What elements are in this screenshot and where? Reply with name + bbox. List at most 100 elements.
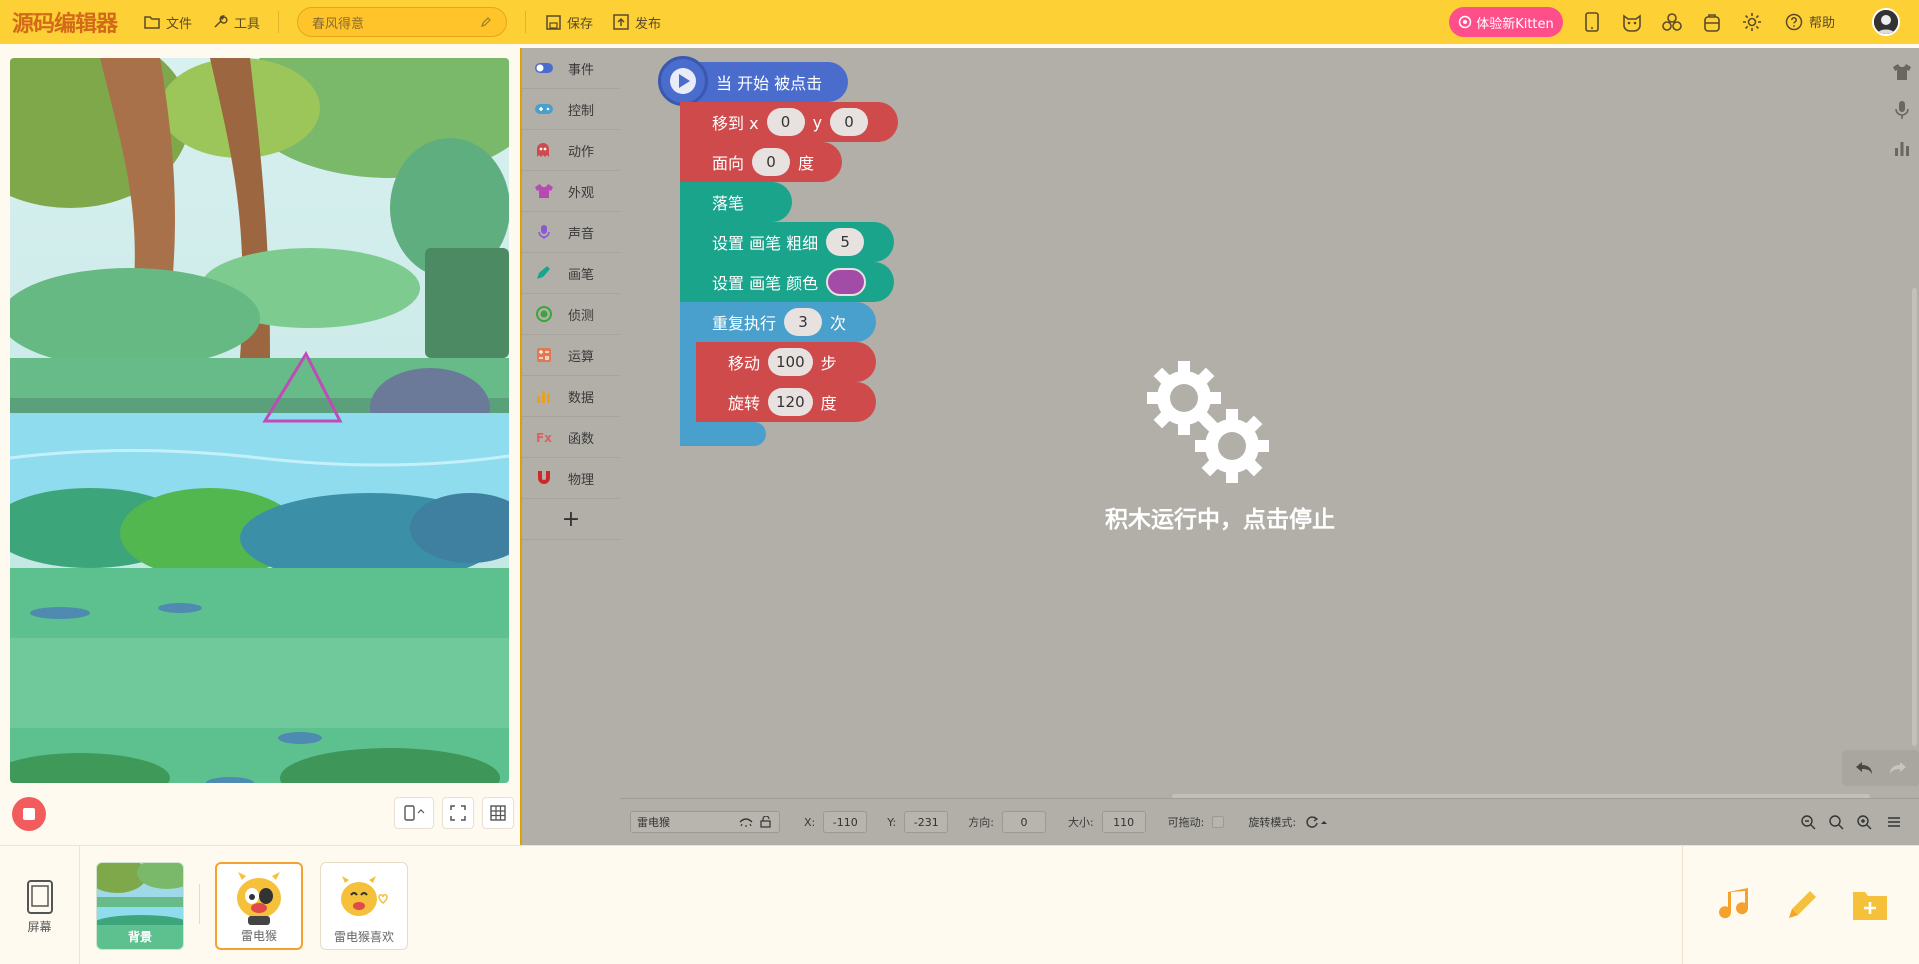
phone-rotate-icon xyxy=(404,805,425,821)
block-label: y xyxy=(812,112,823,132)
size-field[interactable]: 110 xyxy=(1101,811,1146,833)
running-overlay[interactable]: 积木运行中，点击停止 xyxy=(1090,358,1350,538)
direction-input[interactable]: 0 xyxy=(752,148,791,176)
redo-icon[interactable] xyxy=(1888,759,1908,777)
rotate-block[interactable]: 旋转 120 度 xyxy=(696,382,876,422)
pen-color-swatch[interactable] xyxy=(826,268,867,296)
costume-shirt-icon[interactable] xyxy=(1892,62,1912,82)
sprite-card-thunder-monkey[interactable]: 雷电猴 xyxy=(215,862,303,950)
block-label: 设置 画笔 粗细 xyxy=(712,234,819,253)
zoom-out-icon[interactable] xyxy=(1800,814,1816,830)
size-label: 大小: xyxy=(1067,816,1094,829)
settings-gear-icon[interactable] xyxy=(1741,11,1763,33)
category-label: 物理 xyxy=(568,472,595,488)
stage-background-scene xyxy=(10,58,509,783)
pen-width-input[interactable]: 5 xyxy=(826,228,865,256)
divider xyxy=(278,11,280,33)
sprite-name-field[interactable]: 雷电猴 xyxy=(630,811,780,833)
music-note-icon[interactable] xyxy=(1717,886,1755,924)
tablet-icon[interactable] xyxy=(1581,11,1603,33)
expand-icon xyxy=(450,805,466,821)
save-button[interactable]: 保存 xyxy=(546,13,593,32)
screen-device-icon xyxy=(26,880,53,914)
draggable-checkbox[interactable] xyxy=(1212,816,1225,828)
y-input[interactable]: 0 xyxy=(830,108,869,136)
app-logo[interactable]: 源码编辑器 xyxy=(12,6,124,38)
face-direction-block[interactable]: 面向 0 度 xyxy=(680,142,842,182)
category-events[interactable]: 事件 xyxy=(522,48,620,89)
move-to-xy-block[interactable]: 移到 x 0 y 0 xyxy=(680,102,898,142)
eye-icon[interactable] xyxy=(739,817,753,827)
stats-bar-icon[interactable] xyxy=(1892,138,1912,158)
stage-canvas[interactable] xyxy=(10,58,509,783)
sprite-card-label: 雷电猴喜欢 xyxy=(333,930,394,944)
stop-button[interactable] xyxy=(12,797,46,831)
block-unit: 度 xyxy=(798,154,815,173)
category-sensing[interactable]: 侦测 xyxy=(522,294,620,335)
x-field[interactable]: -110 xyxy=(823,811,868,833)
publish-button[interactable]: 发布 xyxy=(613,13,661,32)
x-input[interactable]: 0 xyxy=(766,108,805,136)
device-select-button[interactable] xyxy=(394,797,434,829)
tools-menu[interactable]: 工具 xyxy=(212,13,260,32)
move-steps-block[interactable]: 移动 100 步 xyxy=(696,342,876,382)
zoom-in-icon[interactable] xyxy=(1856,814,1872,830)
block-label: 设置 画笔 颜色 xyxy=(712,274,819,293)
block-label: 当 开始 被点击 xyxy=(716,74,823,93)
cat-face-icon[interactable] xyxy=(1621,11,1643,33)
wrench-icon xyxy=(214,15,228,28)
category-pen[interactable]: 画笔 xyxy=(522,253,620,294)
add-extension-button[interactable]: + xyxy=(522,499,620,540)
extensions-icon[interactable] xyxy=(1661,11,1683,33)
direction-label: 方向: xyxy=(968,816,994,829)
category-sound[interactable]: 声音 xyxy=(522,212,620,253)
mic-icon xyxy=(534,224,554,240)
menu-icon[interactable] xyxy=(1886,814,1902,830)
set-pen-width-block[interactable]: 设置 画笔 粗细 5 xyxy=(680,222,894,262)
project-name-input[interactable]: 春风得意 xyxy=(297,7,508,37)
block-categories: 事件 控制 动作 外观 声音 画笔 侦测 运算 数据 Fx 函数 物理 + xyxy=(520,48,620,845)
pen-down-block[interactable]: 落笔 xyxy=(680,182,792,222)
category-physics[interactable]: 物理 xyxy=(522,458,620,499)
try-kitten-label: 体验新Kitten xyxy=(1476,16,1554,32)
file-menu[interactable]: 文件 xyxy=(144,13,192,32)
add-folder-icon[interactable] xyxy=(1851,888,1889,922)
screen-tab[interactable]: 屏幕 xyxy=(0,846,80,964)
grid-toggle-button[interactable] xyxy=(482,797,514,829)
help-button[interactable]: 帮助 xyxy=(1785,12,1835,31)
block-label: 移到 x xyxy=(712,114,759,133)
category-data[interactable]: 数据 xyxy=(522,376,620,417)
category-operators[interactable]: 运算 xyxy=(522,335,620,376)
sprite-card-thunder-monkey-likes[interactable]: 雷电猴喜欢 xyxy=(320,862,408,950)
lock-icon[interactable] xyxy=(759,816,773,828)
help-label: 帮助 xyxy=(1809,16,1836,31)
function-icon: Fx xyxy=(534,429,554,445)
block-label: 旋转 xyxy=(728,394,761,413)
category-functions[interactable]: Fx 函数 xyxy=(522,417,620,458)
degrees-input[interactable]: 120 xyxy=(768,388,813,416)
start-play-icon[interactable] xyxy=(658,56,708,106)
vertical-scrollbar[interactable] xyxy=(1912,288,1917,746)
backpack-icon[interactable] xyxy=(1701,11,1723,33)
direction-field[interactable]: 0 xyxy=(1001,811,1046,833)
paint-pencil-icon[interactable] xyxy=(1783,886,1821,924)
steps-input[interactable]: 100 xyxy=(768,348,813,376)
repeat-block[interactable]: 重复执行 3 次 xyxy=(680,302,876,342)
edit-pencil-icon xyxy=(481,17,491,27)
plus-icon: + xyxy=(561,506,581,532)
undo-icon[interactable] xyxy=(1854,759,1874,777)
zoom-reset-icon[interactable] xyxy=(1828,814,1844,830)
rotation-mode-select[interactable] xyxy=(1304,815,1328,829)
category-motion[interactable]: 动作 xyxy=(522,130,620,171)
category-looks[interactable]: 外观 xyxy=(522,171,620,212)
fullscreen-button[interactable] xyxy=(442,797,474,829)
y-field[interactable]: -231 xyxy=(904,811,949,833)
set-pen-color-block[interactable]: 设置 画笔 颜色 xyxy=(680,262,894,302)
try-kitten-button[interactable]: 体验新Kitten xyxy=(1449,7,1563,37)
repeat-count-input[interactable]: 3 xyxy=(784,308,823,336)
sound-mic-icon[interactable] xyxy=(1892,100,1912,120)
user-avatar[interactable] xyxy=(1872,8,1900,36)
category-label: 侦测 xyxy=(568,308,595,324)
sprite-card-background[interactable]: 背景 xyxy=(96,862,184,950)
category-control[interactable]: 控制 xyxy=(522,89,620,130)
